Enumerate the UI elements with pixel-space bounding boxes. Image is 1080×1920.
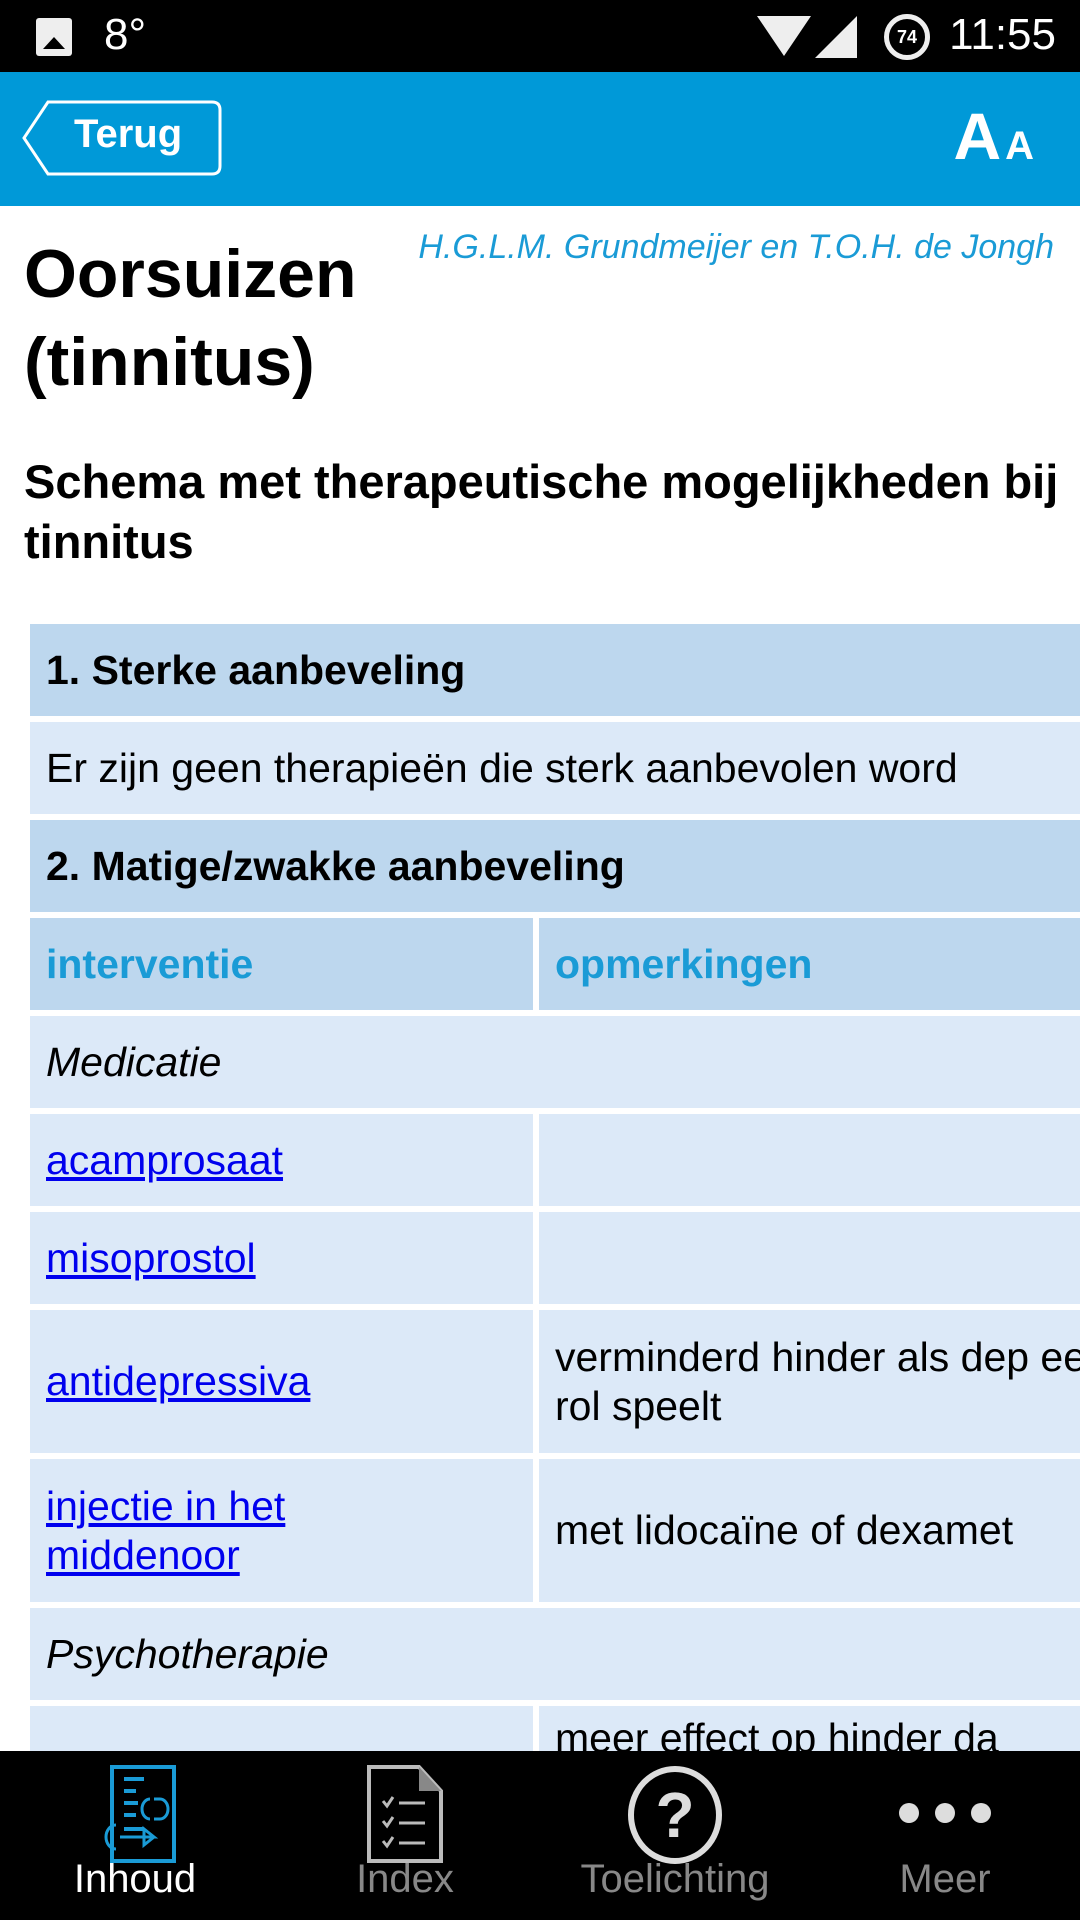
nav-label: Toelichting — [580, 1857, 770, 1901]
help-icon: ? — [628, 1766, 722, 1864]
nav-meer[interactable]: Meer — [810, 1751, 1080, 1920]
table-row: meer effect op hinder da — [30, 1706, 1080, 1751]
section-heading: 1. Sterke aanbeveling — [30, 624, 1080, 716]
column-header-interventie: interventie — [30, 918, 533, 1010]
table-row: acamprosaat — [30, 1114, 1080, 1206]
category-row: Psychotherapie — [30, 1608, 1080, 1700]
more-icon — [899, 1803, 991, 1823]
category-row: Medicatie — [30, 1016, 1080, 1108]
nav-label: Inhoud — [73, 1857, 197, 1901]
nav-toelichting[interactable]: ? Toelichting — [540, 1751, 810, 1920]
column-header-opmerkingen: opmerkingen — [539, 918, 1080, 1010]
nav-index[interactable]: Index — [270, 1751, 540, 1920]
remark — [539, 1212, 1080, 1304]
svg-text:?: ? — [655, 1779, 694, 1851]
link-injectie-middenoor[interactable]: injectie in het middenoor — [46, 1482, 393, 1580]
section-subtitle: Schema met therapeutische mogelijkheden … — [24, 455, 1059, 568]
table-row: antidepressiva verminderd hinder als dep… — [30, 1310, 1080, 1453]
section-text: Er zijn geen therapieën die sterk aanbev… — [30, 722, 1080, 814]
table-row: injectie in het middenoor met lidocaïne … — [30, 1459, 1080, 1602]
bottom-navigation: Inhoud Index ? Toelichting Meer — [0, 1751, 1080, 1920]
remark: met lidocaïne of dexamet — [539, 1459, 1080, 1602]
page-title: Oorsuizen (tinnitus) — [24, 236, 357, 400]
nav-inhoud[interactable]: Inhoud — [0, 1751, 270, 1920]
nav-label: Meer — [899, 1857, 991, 1901]
remark: verminderd hinder als dep een rol speelt — [539, 1310, 1080, 1453]
remark: meer effect op hinder da — [539, 1706, 1080, 1751]
authors: H.G.L.M. Grundmeijer en T.O.H. de Jongh — [418, 228, 1054, 266]
therapy-table: 1. Sterke aanbeveling Er zijn geen thera… — [30, 624, 1080, 1751]
link-antidepressiva[interactable]: antidepressiva — [46, 1357, 310, 1406]
table-row: misoprostol — [30, 1212, 1080, 1304]
nav-label: Index — [356, 1857, 454, 1901]
link-misoprostol[interactable]: misoprostol — [46, 1234, 256, 1283]
remark — [539, 1114, 1080, 1206]
contents-icon — [104, 1765, 176, 1863]
index-document-icon — [367, 1765, 443, 1863]
section-heading: 2. Matige/zwakke aanbeveling — [30, 820, 1080, 912]
link-acamprosaat[interactable]: acamprosaat — [46, 1136, 283, 1185]
